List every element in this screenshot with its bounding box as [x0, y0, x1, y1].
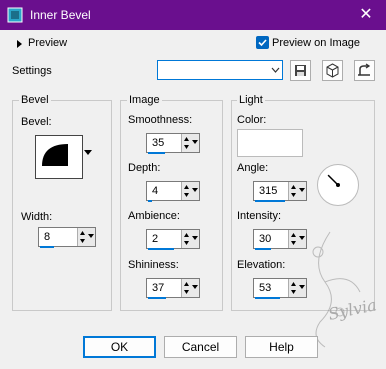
- chevron-down-icon: [271, 67, 280, 73]
- spin-up-icon[interactable]: [79, 230, 86, 236]
- spin-arrows[interactable]: [181, 182, 199, 200]
- shininess-spinbox[interactable]: 37: [146, 278, 200, 298]
- spin-down-icon[interactable]: [183, 240, 190, 246]
- dropdown-arrow-icon[interactable]: [192, 285, 198, 290]
- spin-down-icon[interactable]: [183, 289, 190, 295]
- spin-up-icon[interactable]: [183, 232, 190, 238]
- angle-spinbox[interactable]: 315: [253, 181, 307, 201]
- angle-value: 315: [259, 185, 278, 197]
- angle-needle-icon: [327, 174, 340, 187]
- spin-up-icon[interactable]: [183, 136, 190, 142]
- spin-down-icon[interactable]: [290, 192, 297, 198]
- angle-dial[interactable]: [317, 164, 359, 206]
- spin-arrows[interactable]: [77, 228, 95, 246]
- spin-arrows[interactable]: [288, 182, 306, 200]
- ambience-label: Ambience:: [128, 210, 180, 222]
- spin-down-icon[interactable]: [183, 144, 190, 150]
- dropdown-arrow-icon[interactable]: [192, 236, 198, 241]
- help-button[interactable]: Help: [245, 336, 318, 358]
- settings-label: Settings: [12, 65, 52, 77]
- bevel-preview[interactable]: [35, 135, 83, 179]
- save-preset-button[interactable]: [290, 60, 311, 81]
- angle-label: Angle:: [237, 162, 269, 174]
- spin-arrows[interactable]: [181, 230, 199, 248]
- width-spinbox[interactable]: 8: [38, 227, 96, 247]
- bevel-shape-icon: [42, 144, 68, 166]
- shininess-slider-bar[interactable]: [148, 297, 166, 299]
- spin-arrows[interactable]: [181, 134, 199, 152]
- elevation-slider-bar[interactable]: [255, 297, 280, 299]
- save-icon: [295, 65, 306, 76]
- smoothness-value: 35: [152, 137, 165, 149]
- dropdown-arrow-icon[interactable]: [88, 234, 94, 239]
- checkmark-icon: [258, 39, 267, 47]
- app-icon: [7, 7, 23, 23]
- width-value: 8: [44, 231, 51, 243]
- spin-up-icon[interactable]: [290, 184, 297, 190]
- cube-icon: [326, 63, 339, 78]
- ambience-spinbox[interactable]: 2: [146, 229, 200, 249]
- bevel-group-title: Bevel: [19, 94, 51, 106]
- bevel-group: [12, 100, 112, 311]
- reset-button[interactable]: [322, 60, 343, 81]
- depth-label: Depth:: [128, 162, 161, 174]
- intensity-value: 30: [259, 233, 272, 245]
- settings-dropdown[interactable]: [157, 60, 283, 80]
- elevation-label: Elevation:: [237, 259, 286, 271]
- close-icon[interactable]: ✕: [353, 3, 379, 27]
- depth-value: 4: [152, 185, 159, 197]
- angle-slider-bar[interactable]: [255, 200, 285, 202]
- smoothness-spinbox[interactable]: 35: [146, 133, 200, 153]
- dropdown-arrow-icon[interactable]: [299, 188, 305, 193]
- cancel-button[interactable]: Cancel: [164, 336, 237, 358]
- light-group-title: Light: [237, 94, 265, 106]
- spin-arrows[interactable]: [181, 279, 199, 297]
- spin-up-icon[interactable]: [183, 281, 190, 287]
- window-title: Inner Bevel: [30, 8, 91, 22]
- dice-icon: [358, 63, 371, 76]
- spin-down-icon[interactable]: [183, 192, 190, 198]
- ok-button[interactable]: OK: [83, 336, 156, 358]
- preview-expander[interactable]: Preview: [28, 37, 67, 49]
- dropdown-arrow-icon[interactable]: [192, 140, 198, 145]
- depth-slider-bar[interactable]: [148, 200, 152, 202]
- preview-on-image-checkbox[interactable]: [256, 36, 269, 49]
- spin-up-icon[interactable]: [183, 184, 190, 190]
- width-label: Width:: [21, 211, 53, 223]
- intensity-slider-bar[interactable]: [255, 248, 271, 250]
- spin-down-icon[interactable]: [79, 238, 86, 244]
- shininess-label: Shininess:: [128, 259, 179, 271]
- bevel-dropdown-icon[interactable]: [84, 150, 92, 156]
- depth-spinbox[interactable]: 4: [146, 181, 200, 201]
- bevel-label: Bevel:: [21, 116, 52, 128]
- width-slider-bar[interactable]: [40, 246, 54, 248]
- ambience-slider-bar[interactable]: [148, 248, 174, 250]
- light-color-swatch[interactable]: [237, 129, 303, 157]
- dropdown-arrow-icon[interactable]: [192, 188, 198, 193]
- randomize-button[interactable]: [354, 60, 375, 81]
- smoothness-label: Smoothness:: [128, 114, 193, 126]
- shininess-value: 37: [152, 282, 165, 294]
- color-label: Color:: [237, 114, 267, 126]
- preview-on-image-label[interactable]: Preview on Image: [272, 37, 360, 49]
- image-group-title: Image: [127, 94, 162, 106]
- smoothness-slider-bar[interactable]: [148, 152, 165, 154]
- expand-icon[interactable]: [16, 36, 24, 52]
- intensity-label: Intensity:: [237, 210, 282, 222]
- elevation-value: 53: [259, 282, 272, 294]
- ambience-value: 2: [152, 233, 159, 245]
